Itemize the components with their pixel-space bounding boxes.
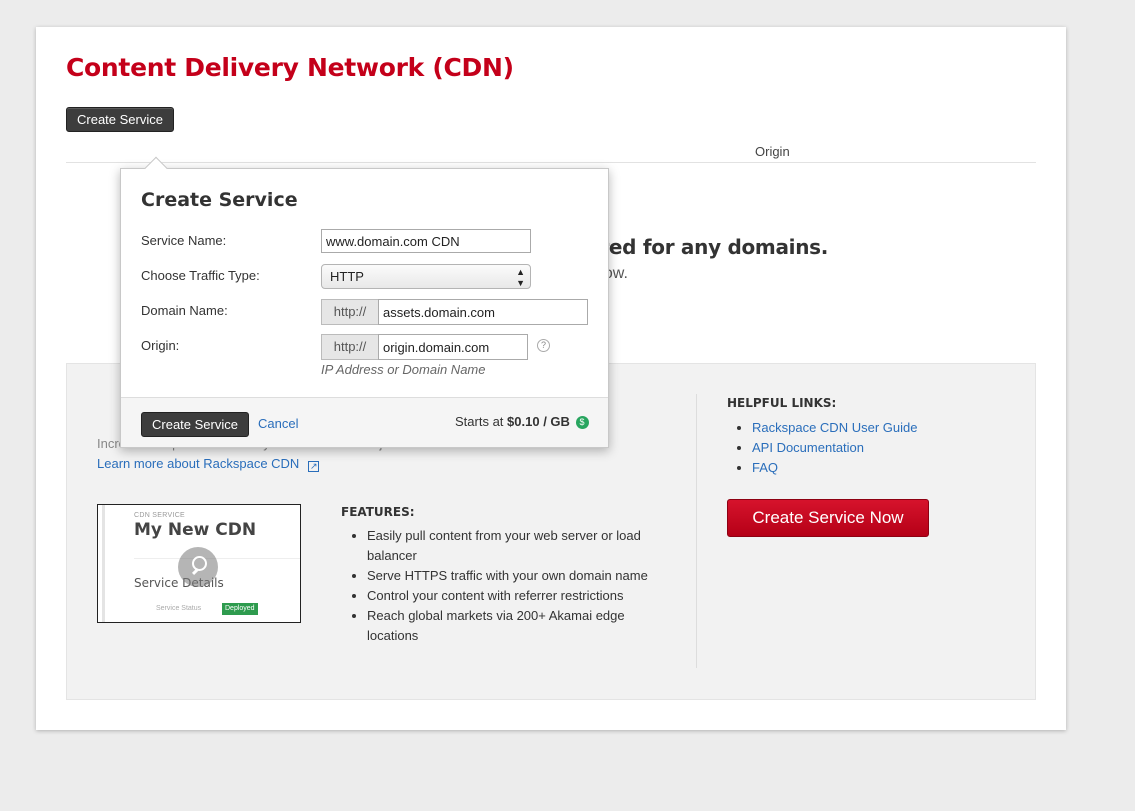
thumbnail-divider — [134, 558, 300, 559]
cdn-preview-thumbnail[interactable]: CDN SERVICE My New CDN Service Details S… — [97, 504, 301, 623]
help-icon[interactable]: ? — [537, 339, 550, 352]
create-service-popover: Create Service Service Name: Choose Traf… — [120, 156, 609, 448]
page-title: Content Delivery Network (CDN) — [66, 53, 514, 82]
create-service-button[interactable]: Create Service — [66, 107, 174, 132]
promo-divider — [696, 394, 697, 668]
thumbnail-status-label: Service Status — [156, 605, 202, 612]
feature-item: Control your content with referrer restr… — [367, 586, 669, 606]
column-origin: Origin — [755, 144, 790, 159]
origin-label: Origin: — [141, 338, 180, 353]
origin-protocol-prefix: http:// — [321, 334, 378, 360]
thumbnail-title: My New CDN — [134, 520, 257, 540]
traffic-type-select[interactable]: HTTP ▲ ▼ — [321, 264, 531, 289]
helpful-links-title: HELPFUL LINKS: — [727, 396, 837, 410]
pricing-info: Starts at $0.10 / GB $ — [455, 414, 589, 429]
price-prefix: Starts at — [455, 414, 504, 429]
create-service-now-button[interactable]: Create Service Now — [727, 499, 929, 537]
traffic-type-value: HTTP — [330, 269, 364, 284]
feature-item: Reach global markets via 200+ Akamai edg… — [367, 606, 669, 646]
popover-footer: Create Service Cancel Starts at $0.10 / … — [121, 397, 608, 447]
select-arrows-icon: ▲ ▼ — [516, 267, 525, 288]
service-name-label: Service Name: — [141, 233, 227, 248]
dollar-icon: $ — [575, 416, 589, 429]
deployed-badge: Deployed — [222, 603, 258, 615]
link-faq[interactable]: FAQ — [752, 460, 778, 475]
main-card: Content Delivery Network (CDN) Create Se… — [36, 27, 1066, 730]
link-user-guide[interactable]: Rackspace CDN User Guide — [752, 420, 917, 435]
features-list: Easily pull content from your web server… — [349, 526, 669, 646]
learn-more-link[interactable]: Learn more about Rackspace CDN ↗ — [97, 456, 320, 472]
thumbnail-sidebar — [102, 505, 105, 622]
origin-input[interactable] — [378, 334, 528, 360]
link-api-documentation[interactable]: API Documentation — [752, 440, 864, 455]
popover-title: Create Service — [141, 189, 298, 211]
popover-create-button[interactable]: Create Service — [141, 412, 249, 437]
features-title: FEATURES: — [341, 505, 415, 519]
price-value: $0.10 / GB — [507, 414, 570, 429]
external-link-icon: ↗ — [308, 461, 320, 472]
domain-name-label: Domain Name: — [141, 303, 228, 318]
traffic-type-label: Choose Traffic Type: — [141, 268, 260, 283]
services-table-header: Origin — [66, 142, 1036, 163]
service-name-input[interactable] — [321, 229, 531, 253]
origin-hint: IP Address or Domain Name — [321, 362, 486, 377]
helpful-links-list: Rackspace CDN User Guide API Documentati… — [734, 418, 917, 478]
domain-protocol-prefix: http:// — [321, 299, 378, 325]
feature-item: Serve HTTPS traffic with your own domain… — [367, 566, 669, 586]
zoom-icon[interactable] — [178, 547, 218, 587]
learn-more-label: Learn more about Rackspace CDN — [97, 456, 300, 471]
cancel-link[interactable]: Cancel — [258, 416, 298, 431]
feature-item: Easily pull content from your web server… — [367, 526, 669, 566]
thumbnail-kicker: CDN SERVICE — [134, 512, 186, 519]
domain-name-input[interactable] — [378, 299, 588, 325]
